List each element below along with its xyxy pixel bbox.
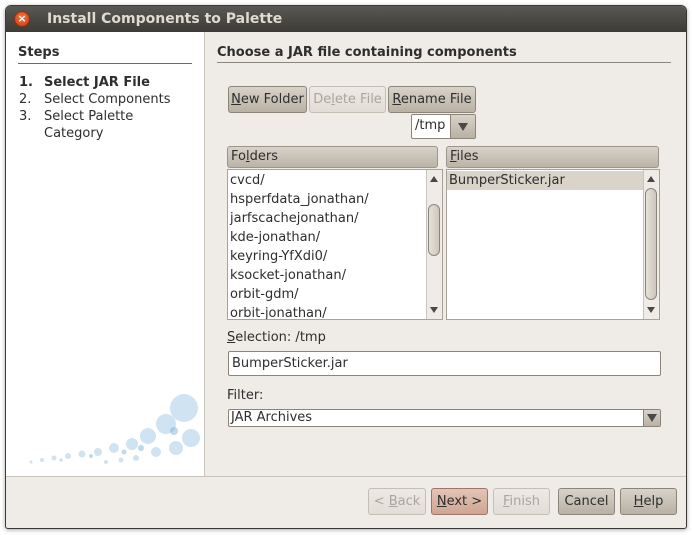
list-item[interactable]: kde-jonathan/ <box>228 228 426 247</box>
window-title: Install Components to Palette <box>47 11 283 27</box>
decorative-bubbles-image <box>29 394 200 464</box>
delete-file-button[interactable]: Delete File <box>309 86 386 113</box>
path-combo-dropdown[interactable] <box>450 115 475 138</box>
files-list[interactable]: BumperSticker.jar <box>446 169 660 320</box>
rename-file-button[interactable]: Rename File <box>388 86 476 113</box>
steps-title: Steps <box>18 45 60 60</box>
steps-panel: Steps 1. Select JAR File 2. Select Compone… <box>6 32 205 476</box>
new-folder-button[interactable]: New Folder <box>228 86 307 113</box>
folders-header: Folders <box>227 146 438 168</box>
list-item[interactable]: jarfscachejonathan/ <box>228 209 426 228</box>
next-button[interactable]: Next > <box>431 488 488 515</box>
chevron-down-icon <box>647 414 657 422</box>
close-icon[interactable]: × <box>14 11 30 27</box>
list-item[interactable]: BumperSticker.jar <box>447 171 643 190</box>
list-item[interactable]: cvcd/ <box>228 171 426 190</box>
button-bar-divider <box>6 476 686 477</box>
step-3-continued: Category <box>44 126 104 141</box>
selection-label: Selection: /tmp <box>227 330 326 345</box>
help-button[interactable]: Help <box>620 488 677 515</box>
chevron-down-icon <box>458 122 468 131</box>
list-item[interactable]: hsperfdata_jonathan/ <box>228 190 426 209</box>
selection-input[interactable]: BumperSticker.jar <box>228 351 661 376</box>
step-2: 2. Select Components <box>19 92 171 107</box>
panel-title: Choose a JAR file containing components <box>217 45 517 60</box>
filter-dropdown[interactable] <box>643 410 660 426</box>
dialog-window: × Install Components to Palette Steps 1.… <box>5 5 687 529</box>
files-scrollbar[interactable] <box>643 170 659 319</box>
files-header: Files <box>446 146 659 168</box>
step-1: 1. Select JAR File <box>19 75 150 90</box>
list-item[interactable]: ksocket-jonathan/ <box>228 266 426 285</box>
steps-divider <box>18 63 192 64</box>
path-combo[interactable]: /tmp <box>411 114 476 139</box>
folders-scrollbar[interactable] <box>426 170 442 319</box>
scroll-up-icon[interactable] <box>430 176 438 182</box>
filter-select[interactable]: JAR Archives <box>228 409 661 427</box>
finish-button[interactable]: Finish <box>493 488 550 515</box>
scroll-thumb[interactable] <box>428 204 440 256</box>
filter-label: Filter: <box>227 388 264 403</box>
back-button[interactable]: < Back <box>368 488 426 515</box>
list-item[interactable]: orbit-gdm/ <box>228 285 426 304</box>
path-combo-value: /tmp <box>415 118 446 133</box>
folders-list[interactable]: cvcd/ hsperfdata_jonathan/ jarfscachejon… <box>227 169 443 320</box>
scroll-thumb[interactable] <box>645 188 657 300</box>
filter-select-value: JAR Archives <box>231 410 313 425</box>
scroll-down-icon[interactable] <box>430 307 438 313</box>
list-item[interactable]: orbit-jonathan/ <box>228 304 426 319</box>
title-bar: × Install Components to Palette <box>6 6 686 32</box>
cancel-button[interactable]: Cancel <box>558 488 615 515</box>
scroll-down-icon[interactable] <box>647 307 655 313</box>
panel-divider <box>217 62 671 63</box>
step-3: 3. Select Palette <box>19 109 134 124</box>
list-item[interactable]: keyring-YfXdi0/ <box>228 247 426 266</box>
scroll-up-icon[interactable] <box>647 176 655 182</box>
